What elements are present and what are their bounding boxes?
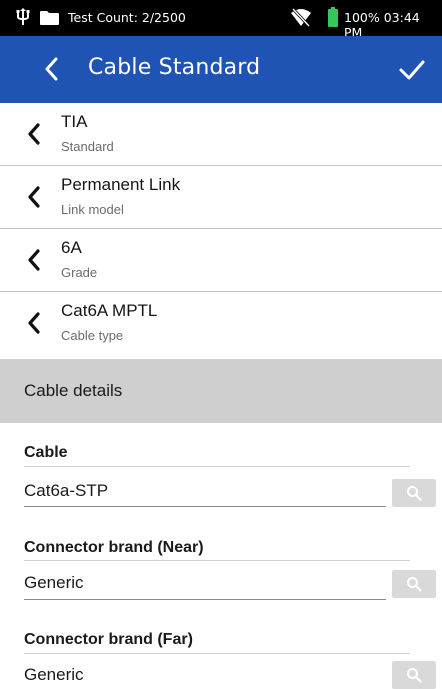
row-value: Cat6A MPTL	[61, 301, 158, 320]
row-value: TIA	[61, 112, 88, 131]
row-value: 6A	[61, 238, 82, 257]
chevron-left-icon	[28, 186, 40, 208]
chevron-left-icon	[28, 249, 40, 271]
cable-search-button[interactable]	[392, 479, 436, 507]
chevron-left-icon	[28, 312, 40, 334]
app-bar: Cable Standard	[0, 36, 442, 103]
connector-near-value[interactable]: Generic	[24, 573, 84, 593]
section-title: Cable details	[24, 381, 123, 400]
section-header-cable-details: Cable details	[0, 359, 442, 423]
connector-far-search-button[interactable]	[392, 661, 436, 689]
search-icon	[407, 668, 422, 683]
connector-far-label: Connector brand (Far)	[24, 631, 193, 648]
cable-value[interactable]: Cat6a-STP	[24, 481, 108, 501]
row-link-model[interactable]: Permanent Link Link model	[0, 166, 442, 229]
usb-icon	[16, 8, 30, 25]
row-grade[interactable]: 6A Grade	[0, 229, 442, 292]
connector-near-field-underline	[24, 599, 386, 600]
wifi-off-icon	[291, 8, 311, 27]
connector-near-search-button[interactable]	[392, 570, 436, 598]
search-icon	[407, 577, 422, 592]
connector-near-label: Connector brand (Near)	[24, 539, 204, 556]
divider	[24, 653, 410, 654]
divider	[24, 560, 410, 561]
row-value: Permanent Link	[61, 175, 181, 194]
checkmark-icon[interactable]	[398, 58, 426, 82]
back-chevron-icon[interactable]	[44, 57, 58, 81]
row-cable-type[interactable]: Cat6A MPTL Cable type	[0, 292, 442, 358]
row-label: Grade	[61, 265, 98, 280]
row-label: Link model	[61, 202, 124, 217]
row-standard[interactable]: TIA Standard	[0, 103, 442, 166]
chevron-left-icon	[28, 123, 40, 145]
connector-far-value[interactable]: Generic	[24, 665, 84, 685]
folder-icon	[40, 11, 59, 25]
cable-label: Cable	[24, 444, 68, 461]
status-bar: Test Count: 2/2500 100% 03:44 PM	[0, 0, 442, 40]
battery-icon	[328, 7, 338, 27]
row-label: Standard	[61, 139, 114, 154]
test-count-text: Test Count: 2/2500	[68, 10, 186, 25]
search-icon	[407, 486, 422, 501]
cable-field-underline	[24, 506, 386, 507]
divider	[24, 466, 410, 467]
page-title: Cable Standard	[88, 55, 261, 80]
row-label: Cable type	[61, 328, 124, 343]
